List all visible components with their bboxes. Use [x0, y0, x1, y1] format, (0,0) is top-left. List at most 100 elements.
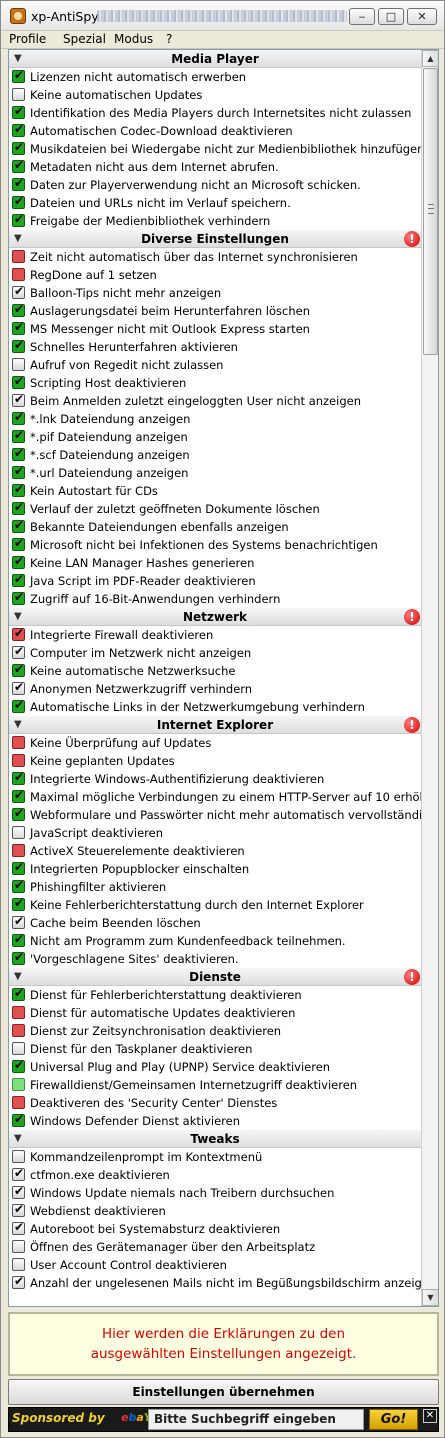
setting-checkbox[interactable]	[12, 826, 25, 839]
setting-checkbox[interactable]: ✔	[12, 410, 25, 425]
setting-checkbox[interactable]: ✔	[12, 68, 25, 83]
setting-row[interactable]: ✔ Phishingfilter aktivieren	[9, 878, 421, 896]
setting-checkbox[interactable]: ✔	[12, 212, 25, 227]
setting-checkbox[interactable]: ✔	[12, 554, 25, 569]
setting-row[interactable]: ✔ Computer im Netzwerk nicht anzeigen	[9, 644, 421, 662]
setting-checkbox[interactable]	[12, 1006, 25, 1019]
setting-row[interactable]: Zeit nicht automatisch über das Internet…	[9, 248, 421, 266]
setting-row[interactable]: ✔ Java Script im PDF-Reader deaktivieren	[9, 572, 421, 590]
setting-checkbox[interactable]: ✔	[12, 896, 25, 911]
section-header[interactable]: ▼ Diverse Einstellungen!	[9, 230, 421, 248]
setting-checkbox[interactable]: ✔	[12, 392, 25, 407]
setting-row[interactable]: Deaktiveren des 'Security Center' Dienst…	[9, 1094, 421, 1112]
scroll-down-arrow-icon[interactable]: ▼	[422, 1289, 438, 1306]
setting-checkbox[interactable]: ✔	[12, 302, 25, 317]
setting-row[interactable]: ✔ Anzahl der ungelesenen Mails nicht im B…	[9, 1274, 421, 1292]
setting-row[interactable]: ✔ Musikdateien bei Wiedergabe nicht zur M…	[9, 140, 421, 158]
setting-checkbox[interactable]: ✔	[12, 500, 25, 515]
go-button[interactable]: Go!	[369, 1409, 418, 1430]
section-header[interactable]: ▼ Internet Explorer!	[9, 716, 421, 734]
menu-modus[interactable]: Modus	[114, 32, 153, 46]
setting-checkbox[interactable]: ✔	[12, 176, 25, 191]
scroll-thumb[interactable]	[423, 68, 438, 355]
section-header[interactable]: ▼ Netzwerk!	[9, 608, 421, 626]
setting-checkbox[interactable]: ✔	[12, 950, 25, 965]
setting-checkbox[interactable]: ✔	[12, 1274, 25, 1289]
setting-row[interactable]: ActiveX Steuerelemente deaktivieren	[9, 842, 421, 860]
setting-row[interactable]: ✔ *.lnk Dateiendung anzeigen	[9, 410, 421, 428]
setting-checkbox[interactable]: ✔	[12, 770, 25, 785]
setting-checkbox[interactable]: ✔	[12, 644, 25, 659]
close-button[interactable]: ✕	[407, 8, 437, 25]
setting-row[interactable]: Kommandzeilenprompt im Kontextmenü	[9, 1148, 421, 1166]
setting-checkbox[interactable]: ✔	[12, 374, 25, 389]
setting-checkbox[interactable]: ✔	[12, 338, 25, 353]
setting-checkbox[interactable]	[12, 1042, 25, 1055]
setting-row[interactable]: ✔ Dienst für Fehlerberichterstattung deak…	[9, 986, 421, 1004]
setting-checkbox[interactable]: ✔	[12, 320, 25, 335]
setting-row[interactable]: User Account Control deaktivieren	[9, 1256, 421, 1274]
setting-checkbox[interactable]: ✔	[12, 518, 25, 533]
setting-checkbox[interactable]	[12, 1150, 25, 1163]
setting-row[interactable]: ✔ *.pif Dateiendung anzeigen	[9, 428, 421, 446]
minimize-button[interactable]: ‒	[349, 8, 375, 25]
setting-row[interactable]: ✔ Integrierte Firewall deaktivieren	[9, 626, 421, 644]
setting-row[interactable]: ✔ Schnelles Herunterfahren aktivieren	[9, 338, 421, 356]
setting-row[interactable]: ✔ Windows Defender Dienst aktivieren	[9, 1112, 421, 1130]
setting-checkbox[interactable]: ✔	[12, 446, 25, 461]
setting-checkbox[interactable]: ✔	[12, 572, 25, 587]
setting-row[interactable]: ✔ Lizenzen nicht automatisch erwerben	[9, 68, 421, 86]
setting-row[interactable]: ✔ Maximal mögliche Verbindungen zu einem …	[9, 788, 421, 806]
setting-row[interactable]: ✔ Kein Autostart für CDs	[9, 482, 421, 500]
setting-row[interactable]: Keine Überprüfung auf Updates	[9, 734, 421, 752]
setting-checkbox[interactable]: ✔	[12, 986, 25, 1001]
setting-row[interactable]: Öffnen des Gerätemanager über den Arbeit…	[9, 1238, 421, 1256]
setting-checkbox[interactable]: ✔	[12, 878, 25, 893]
scroll-up-arrow-icon[interactable]: ▲	[422, 50, 438, 67]
setting-checkbox[interactable]: ✔	[12, 590, 25, 605]
setting-row[interactable]: ✔ Nicht am Programm zum Kundenfeedback te…	[9, 932, 421, 950]
setting-row[interactable]: ✔ MS Messenger nicht mit Outlook Express …	[9, 320, 421, 338]
setting-row[interactable]: ✔ Metadaten nicht aus dem Internet abrufe…	[9, 158, 421, 176]
setting-checkbox[interactable]: ✔	[12, 194, 25, 209]
setting-checkbox[interactable]	[12, 268, 25, 281]
setting-row[interactable]: Aufruf von Regedit nicht zulassen	[9, 356, 421, 374]
setting-checkbox[interactable]: ✔	[12, 158, 25, 173]
menu-profile[interactable]: Profile	[9, 32, 46, 46]
setting-row[interactable]: ✔ Dateien und URLs nicht im Verlauf speic…	[9, 194, 421, 212]
setting-row[interactable]: ✔ Integrierte Windows-Authentifizierung d…	[9, 770, 421, 788]
setting-checkbox[interactable]: ✔	[12, 428, 25, 443]
section-header[interactable]: ▼ Dienste!	[9, 968, 421, 986]
vertical-scrollbar[interactable]: ▲ ▼	[421, 50, 438, 1306]
setting-checkbox[interactable]	[12, 358, 25, 371]
setting-row[interactable]: ✔ Windows Update niemals nach Treibern du…	[9, 1184, 421, 1202]
setting-checkbox[interactable]: ✔	[12, 932, 25, 947]
setting-checkbox[interactable]: ✔	[12, 122, 25, 137]
setting-checkbox[interactable]: ✔	[12, 788, 25, 803]
setting-row[interactable]: ✔ Anonymen Netzwerkzugriff verhindern	[9, 680, 421, 698]
title-bar[interactable]: xp-AntiSpy ‒ □ ✕	[1, 1, 444, 31]
close-icon[interactable]: ✕	[423, 1409, 437, 1423]
setting-checkbox[interactable]	[12, 754, 25, 767]
setting-row[interactable]: ✔ Webformulare und Passwörter nicht mehr …	[9, 806, 421, 824]
setting-checkbox[interactable]: ✔	[12, 680, 25, 695]
apply-settings-button[interactable]: Einstellungen übernehmen	[8, 1379, 439, 1405]
setting-row[interactable]: ✔ *.url Dateiendung anzeigen	[9, 464, 421, 482]
setting-checkbox[interactable]: ✔	[12, 140, 25, 155]
setting-row[interactable]: ✔ Freigabe der Medienbibliothek verhinder…	[9, 212, 421, 230]
setting-checkbox[interactable]: ✔	[12, 284, 25, 299]
setting-checkbox[interactable]: ✔	[12, 1184, 25, 1199]
setting-checkbox[interactable]	[12, 1078, 25, 1091]
setting-row[interactable]: ✔ Bekannte Dateiendungen ebenfalls anzeig…	[9, 518, 421, 536]
setting-checkbox[interactable]: ✔	[12, 1202, 25, 1217]
setting-row[interactable]: Dienst für den Taskplaner deaktivieren	[9, 1040, 421, 1058]
setting-checkbox[interactable]	[12, 88, 25, 101]
setting-checkbox[interactable]: ✔	[12, 806, 25, 821]
setting-checkbox[interactable]	[12, 844, 25, 857]
setting-row[interactable]: ✔ Keine Fehlerberichterstattung durch den…	[9, 896, 421, 914]
setting-checkbox[interactable]: ✔	[12, 626, 25, 641]
setting-row[interactable]: ✔ Autoreboot bei Systemabsturz deaktivier…	[9, 1220, 421, 1238]
setting-checkbox[interactable]: ✔	[12, 464, 25, 479]
setting-row[interactable]: ✔ ctfmon.exe deaktivieren	[9, 1166, 421, 1184]
setting-row[interactable]: ✔ Integrierten Popupblocker einschalten	[9, 860, 421, 878]
